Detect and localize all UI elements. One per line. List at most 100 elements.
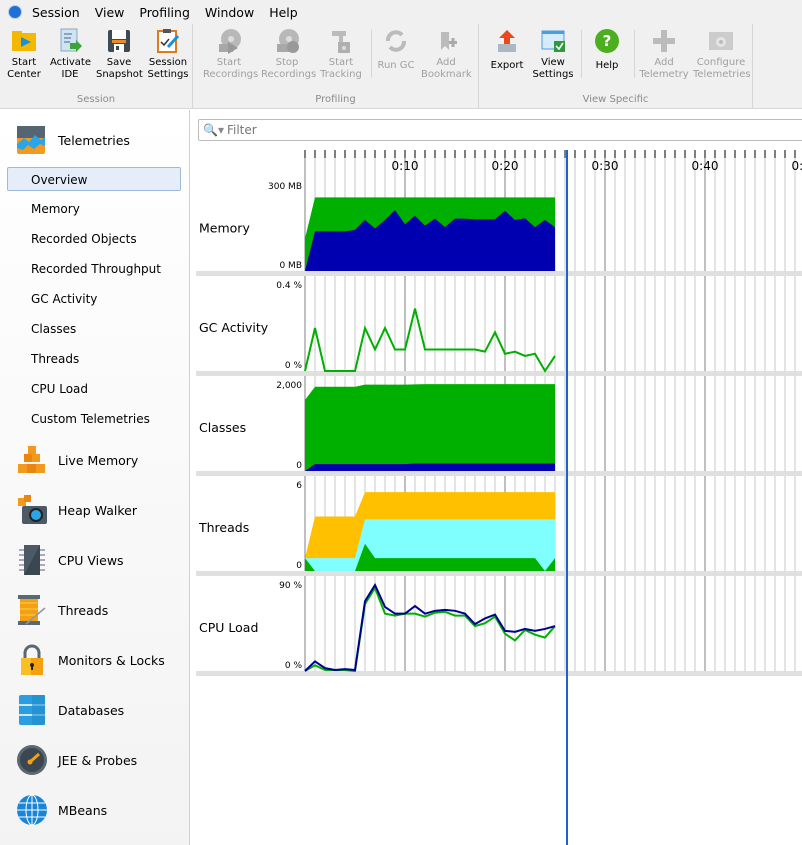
menu-session[interactable]: Session [32, 5, 80, 20]
menu-window[interactable]: Window [205, 5, 254, 20]
separator [371, 30, 372, 78]
start-recordings-button[interactable]: Start Recordings [203, 28, 258, 81]
sidebar-section-heap-walker[interactable]: Heap Walker [0, 490, 137, 530]
memory-y-max-label: 300 MB [268, 182, 302, 192]
sidebar-section-threads[interactable]: Threads [0, 590, 108, 630]
sidebar: Telemetries Overview Memory Recorded Obj… [0, 110, 190, 845]
sidebar-section-live-memory[interactable]: Live Memory [0, 440, 138, 480]
cpu-load-series-process [304, 585, 556, 673]
view-settings-icon [540, 28, 566, 54]
separator [634, 30, 635, 78]
toolbar-group-session: Start Center Activate IDE Save Snapshot Ses… [0, 24, 193, 108]
sidebar-item-threads[interactable]: Threads [7, 347, 181, 371]
activate-ide-button[interactable]: Activate IDE [50, 28, 91, 81]
gc-activity-series-gc-activity [304, 308, 556, 373]
add-telemetry-button[interactable]: Add Telemetry [639, 28, 689, 81]
heap-walker-icon [16, 494, 48, 526]
panel-separator [196, 271, 802, 276]
threads-y-max-label: 6 [296, 481, 302, 491]
telemetries-icon [16, 124, 48, 156]
sidebar-item-cpu-load[interactable]: CPU Load [7, 377, 181, 401]
telemetry-overview-panel: 0:10 0:20 0:30 0:40 0:50 Memory 300 MB 0 MB GC A… [191, 110, 802, 845]
help-button[interactable]: ? Help [587, 28, 627, 72]
filter-input[interactable]: 🔍▾ Filter [198, 119, 802, 141]
live-memory-icon [16, 444, 48, 476]
start-center-button[interactable]: Start Center [4, 28, 44, 81]
save-snapshot-button[interactable]: Save Snapshot [96, 28, 143, 81]
toolbar-group-profiling: Start Recordings Stop Recordings Start Trac… [193, 24, 479, 108]
sidebar-item-classes[interactable]: Classes [7, 317, 181, 341]
panel-separator [196, 371, 802, 376]
configure-telemetries-button[interactable]: Configure Telemetries [693, 28, 751, 81]
session-settings-icon [155, 28, 181, 54]
run-gc-icon [383, 28, 409, 54]
session-settings-button[interactable]: Session Settings [146, 28, 190, 81]
mbeans-icon [16, 794, 48, 826]
start-tracking-button[interactable]: Start Tracking [319, 28, 363, 81]
threads-icon [16, 594, 48, 626]
activate-ide-icon [57, 28, 83, 54]
start-recordings-icon [216, 28, 242, 54]
sidebar-section-mbeans[interactable]: MBeans [0, 790, 107, 830]
memory-chart-title: Memory [199, 221, 250, 236]
cpu-load-series-system [304, 582, 556, 672]
time-tick-label: 0:40 [692, 159, 719, 173]
gc-activity-y-max-label: 0.4 % [276, 281, 302, 291]
sidebar-item-memory[interactable]: Memory [7, 197, 181, 221]
configure-telemetries-icon [708, 28, 734, 54]
panel-separator [196, 671, 802, 676]
time-tick-label: 0:30 [592, 159, 619, 173]
telemetry-charts: 0:10 0:20 0:30 0:40 0:50 Memory 300 MB 0 MB GC A… [196, 150, 802, 845]
separator [581, 30, 582, 78]
panel-separator [196, 471, 802, 476]
cpu-views-icon [16, 544, 48, 576]
add-telemetry-icon [651, 28, 677, 54]
search-icon: 🔍▾ [203, 123, 224, 137]
group-label-profiling: Profiling [315, 94, 356, 105]
classes-series-loaded-classes [305, 384, 555, 471]
toolbar-group-view-specific: Export View Settings ? Help Add Telemetry … [479, 24, 753, 108]
sidebar-section-telemetries[interactable]: Telemetries [0, 120, 130, 160]
menu-bar: Session View Profiling Window Help [0, 0, 802, 24]
stop-recordings-button[interactable]: Stop Recordings [261, 28, 316, 81]
time-tick-label: 0:20 [492, 159, 519, 173]
export-icon [494, 28, 520, 54]
sidebar-section-cpu-views[interactable]: CPU Views [0, 540, 124, 580]
group-label-session: Session [76, 94, 116, 105]
add-bookmark-icon [433, 28, 459, 54]
add-bookmark-button[interactable]: Add Bookmark [421, 28, 472, 81]
export-button[interactable]: Export [487, 28, 527, 72]
svg-text:?: ? [603, 32, 612, 50]
panel-separator [196, 571, 802, 576]
sidebar-item-custom-telemetries[interactable]: Custom Telemetries [7, 407, 181, 431]
sidebar-item-overview[interactable]: Overview [7, 167, 181, 191]
threads-y-min-label: 0 [296, 561, 302, 571]
time-tick-label: 0:10 [392, 159, 419, 173]
filter-placeholder: Filter [226, 123, 257, 137]
help-icon: ? [594, 28, 620, 54]
sidebar-item-gc-activity[interactable]: GC Activity [7, 287, 181, 311]
menu-view[interactable]: View [95, 5, 125, 20]
menu-help[interactable]: Help [269, 5, 298, 20]
classes-y-max-label: 2,000 [276, 381, 302, 391]
sidebar-section-monitors-locks[interactable]: Monitors & Locks [0, 640, 165, 680]
sidebar-section-jee-probes[interactable]: JEE & Probes [0, 740, 137, 780]
sidebar-section-databases[interactable]: Databases [0, 690, 124, 730]
jee-probes-icon [16, 744, 48, 776]
run-gc-button[interactable]: Run GC [373, 28, 419, 72]
classes-series-other [305, 463, 555, 471]
group-label-view-specific: View Specific [582, 94, 649, 105]
stop-recordings-icon [274, 28, 300, 54]
cpu-load-y-min-label: 0 % [285, 661, 303, 671]
toolbar: Start Center Activate IDE Save Snapshot Ses… [0, 24, 802, 109]
app-icon[interactable] [8, 5, 22, 19]
sidebar-section-label: Telemetries [58, 132, 130, 148]
menu-profiling[interactable]: Profiling [139, 5, 190, 20]
sidebar-item-recorded-throughput[interactable]: Recorded Throughput [7, 257, 181, 281]
cpu-load-chart-title: CPU Load [199, 620, 258, 635]
monitors-locks-icon [16, 644, 48, 676]
memory-y-min-label: 0 MB [279, 261, 302, 271]
start-center-icon [11, 28, 37, 54]
view-settings-button[interactable]: View Settings [531, 28, 575, 81]
sidebar-item-recorded-objects[interactable]: Recorded Objects [7, 227, 181, 251]
